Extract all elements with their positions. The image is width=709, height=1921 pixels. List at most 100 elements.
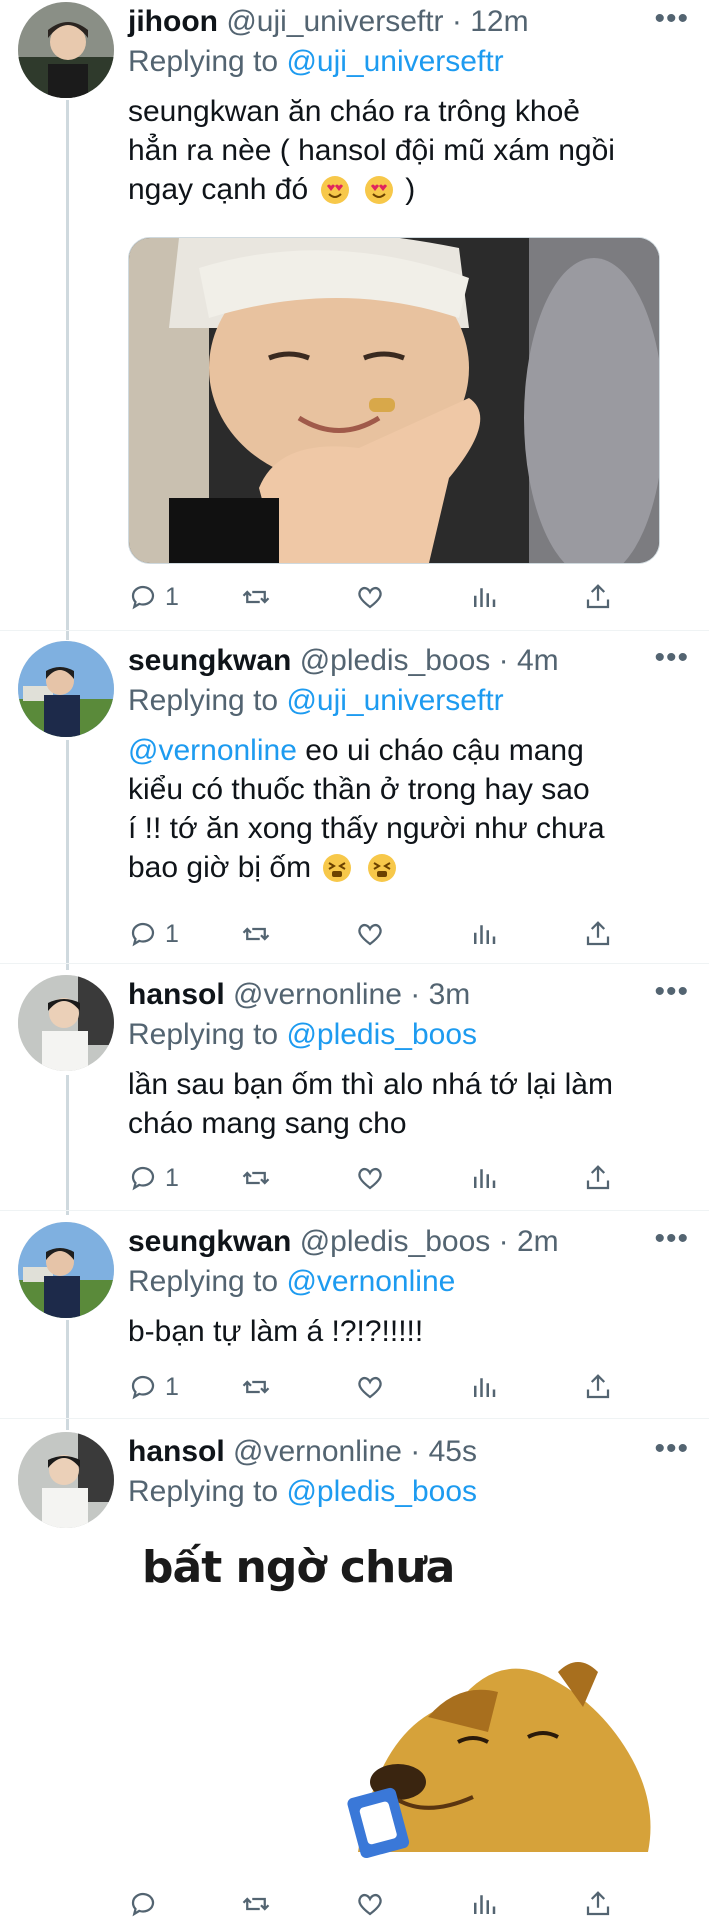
replying-to-mention[interactable]: @uji_universeftr	[286, 45, 503, 78]
reply-icon	[131, 1892, 155, 1917]
tweet[interactable]: seungkwan @pledis_boos · 2m ••• Replying…	[0, 1222, 709, 1402]
tweet-text-line-last: bao giờ bị ốm	[128, 848, 673, 887]
more-options-icon[interactable]: •••	[654, 975, 689, 1009]
analytics-button[interactable]	[469, 917, 499, 951]
user-handle[interactable]: @pledis_boos	[300, 644, 491, 677]
more-options-icon[interactable]: •••	[654, 1222, 689, 1256]
timestamp[interactable]: 3m	[429, 978, 471, 1011]
more-options-icon[interactable]: •••	[654, 641, 689, 675]
retweet-button[interactable]	[241, 917, 271, 951]
retweet-button[interactable]	[241, 580, 271, 614]
like-button[interactable]	[355, 1161, 385, 1195]
tweet[interactable]: seungkwan @pledis_boos · 4m ••• Replying…	[0, 641, 709, 951]
tweet-text-tail: )	[405, 173, 416, 206]
avatar[interactable]	[18, 1432, 114, 1528]
tweet-text: lần sau bạn ốm thì alo nhá tớ lại làm ch…	[128, 1065, 673, 1143]
tweet-text-line: í !! tớ ăn xong thấy người như chưa	[128, 812, 605, 845]
more-options-icon[interactable]: •••	[654, 2, 689, 36]
retweet-icon	[242, 1171, 270, 1185]
replying-to: Replying to @uji_universeftr	[128, 681, 504, 721]
tweet[interactable]: hansol @vernonline · 3m ••• Replying to …	[0, 975, 709, 1195]
reply-icon	[131, 585, 155, 610]
tired-face-emoji-icon	[323, 854, 352, 882]
user-handle[interactable]: @pledis_boos	[300, 1225, 491, 1258]
display-name[interactable]: hansol	[128, 1435, 225, 1468]
tweet-text-line: cháo mang sang cho	[128, 1107, 407, 1140]
avatar[interactable]	[18, 1222, 114, 1318]
replying-to-mention[interactable]: @vernonline	[286, 1265, 455, 1298]
user-handle[interactable]: @vernonline	[233, 1435, 402, 1468]
replying-to-label: Replying to	[128, 1475, 279, 1508]
like-button[interactable]	[355, 1370, 385, 1404]
tweet-header: hansol @vernonline · 3m •••	[128, 975, 689, 1015]
replying-to-mention[interactable]: @pledis_boos	[286, 1018, 477, 1051]
reply-button[interactable]	[128, 1887, 165, 1921]
analytics-button[interactable]	[469, 1887, 499, 1921]
mention-link[interactable]: @vernonline	[128, 734, 297, 767]
avatar[interactable]	[18, 641, 114, 737]
like-button[interactable]	[355, 917, 385, 951]
share-button[interactable]	[583, 1161, 613, 1195]
meme-image[interactable]: bất ngờ chưa	[128, 1542, 658, 1862]
replying-to: Replying to @pledis_boos	[128, 1015, 477, 1055]
tweet-header: hansol @vernonline · 45s •••	[128, 1432, 689, 1472]
avatar[interactable]	[18, 975, 114, 1071]
retweet-icon	[242, 590, 270, 604]
share-button[interactable]	[583, 1887, 613, 1921]
display-name[interactable]: hansol	[128, 978, 225, 1011]
replying-to-mention[interactable]: @uji_universeftr	[286, 684, 503, 717]
analytics-button[interactable]	[469, 580, 499, 614]
replying-to-label: Replying to	[128, 684, 279, 717]
reply-button[interactable]: 1	[128, 580, 179, 614]
reply-count: 1	[165, 582, 179, 611]
reply-icon	[131, 922, 155, 947]
reply-button[interactable]: 1	[128, 1370, 179, 1404]
tweet-text-line: b-bạn tự làm á !?!?!!!!!	[128, 1315, 424, 1348]
heart-eyes-emoji-icon	[320, 176, 349, 204]
timestamp[interactable]: 2m	[517, 1225, 559, 1258]
timestamp[interactable]: 12m	[470, 5, 528, 38]
more-options-icon[interactable]: •••	[654, 1432, 689, 1466]
divider	[0, 1418, 709, 1419]
user-handle[interactable]: @uji_universeftr	[226, 5, 443, 38]
like-button[interactable]	[355, 580, 385, 614]
like-button[interactable]	[355, 1887, 385, 1921]
tweet-photo[interactable]	[128, 237, 660, 564]
display-name[interactable]: seungkwan	[128, 644, 291, 677]
share-button[interactable]	[583, 1370, 613, 1404]
reply-count: 1	[165, 1163, 179, 1192]
tweet-actions	[128, 1887, 628, 1921]
reply-button[interactable]: 1	[128, 917, 179, 951]
display-name[interactable]: seungkwan	[128, 1225, 291, 1258]
analytics-button[interactable]	[469, 1370, 499, 1404]
avatar[interactable]	[18, 2, 114, 98]
heart-icon	[358, 923, 382, 946]
replying-to-label: Replying to	[128, 45, 279, 78]
timestamp[interactable]: 4m	[517, 644, 559, 677]
tweet-text-line: bao giờ bị ốm	[128, 851, 312, 884]
reply-icon	[131, 1166, 155, 1191]
replying-to: Replying to @uji_universeftr	[128, 42, 504, 82]
retweet-icon	[242, 927, 270, 941]
share-button[interactable]	[583, 580, 613, 614]
replying-to-label: Replying to	[128, 1018, 279, 1051]
tweet[interactable]: hansol @vernonline · 45s ••• Replying to…	[0, 1432, 709, 1917]
retweet-button[interactable]	[241, 1887, 271, 1921]
heart-eyes-emoji-icon	[364, 176, 393, 204]
tweet-text-line-last: ngay cạnh đó )	[128, 170, 673, 209]
tweet-actions: 1	[128, 580, 628, 614]
timestamp[interactable]: 45s	[429, 1435, 477, 1468]
analytics-button[interactable]	[469, 1161, 499, 1195]
retweet-button[interactable]	[241, 1370, 271, 1404]
retweet-button[interactable]	[241, 1161, 271, 1195]
replying-to-mention[interactable]: @pledis_boos	[286, 1475, 477, 1508]
reply-button[interactable]: 1	[128, 1161, 179, 1195]
tweet[interactable]: jihoon @uji_universeftr · 12m ••• Replyi…	[0, 2, 709, 612]
heart-icon	[358, 586, 382, 609]
separator-dot: ·	[498, 1225, 509, 1258]
display-name[interactable]: jihoon	[128, 5, 218, 38]
tweet-header: seungkwan @pledis_boos · 2m •••	[128, 1222, 689, 1262]
user-handle[interactable]: @vernonline	[233, 978, 402, 1011]
share-button[interactable]	[583, 917, 613, 951]
tired-face-emoji-icon	[367, 854, 396, 882]
